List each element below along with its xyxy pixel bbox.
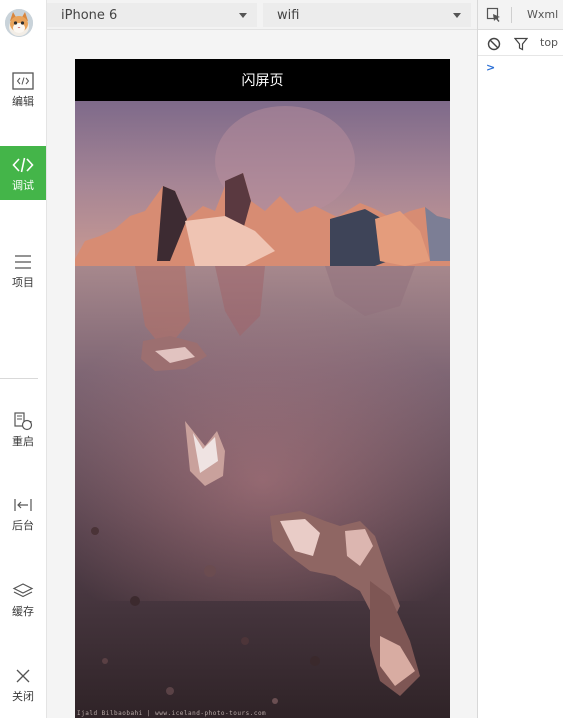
- simulator-toolbar: iPhone 6 wifi: [47, 0, 477, 30]
- device-select-value: iPhone 6: [61, 7, 118, 23]
- sidebar-item-label: 后台: [12, 519, 34, 532]
- devtools-panel: Wxml top >: [477, 0, 563, 718]
- sidebar-item-label: 关闭: [12, 690, 34, 703]
- splash-image[interactable]: Ijald Bilbaobahi | www.iceland-photo-tou…: [75, 101, 450, 718]
- console-toolbar: top: [478, 30, 563, 56]
- sidebar-item-restart[interactable]: 重启: [0, 402, 46, 456]
- close-icon: [12, 665, 34, 687]
- sidebar-item-cache[interactable]: 缓存: [0, 572, 46, 626]
- toolbar-separator: [511, 7, 512, 23]
- filter-icon[interactable]: [513, 36, 529, 55]
- sidebar-divider: [0, 378, 38, 379]
- network-select-value: wifi: [277, 7, 300, 23]
- network-select[interactable]: wifi: [263, 3, 471, 27]
- splash-photo: [75, 101, 450, 718]
- tab-wxml[interactable]: Wxml: [527, 8, 558, 21]
- sidebar-item-background[interactable]: 后台: [0, 486, 46, 540]
- context-select[interactable]: top: [540, 36, 558, 49]
- devtools-tabbar: Wxml: [478, 0, 563, 30]
- sidebar: 编辑 调试 项目 重启 后台 缓存 关闭: [0, 0, 47, 718]
- sidebar-item-edit[interactable]: 编辑: [0, 62, 46, 116]
- code-brackets-icon: [12, 154, 34, 176]
- chevron-down-icon: [239, 12, 247, 18]
- sidebar-item-label: 编辑: [12, 95, 34, 108]
- avatar[interactable]: [5, 9, 33, 37]
- sidebar-item-label: 项目: [12, 276, 34, 289]
- chevron-down-icon: [453, 12, 461, 18]
- code-box-icon: [12, 70, 34, 92]
- page-navbar: 闪屏页: [75, 59, 450, 101]
- sidebar-item-label: 缓存: [12, 605, 34, 618]
- page-title: 闪屏页: [241, 73, 284, 89]
- menu-icon: [12, 251, 34, 273]
- sidebar-item-close[interactable]: 关闭: [0, 657, 46, 711]
- console-prompt[interactable]: >: [486, 61, 495, 74]
- restart-icon: [12, 410, 34, 432]
- clear-console-icon[interactable]: [487, 36, 501, 55]
- simulator-area: 闪屏页 Ijald Bilbaobahi | www.iceland-photo…: [47, 30, 477, 718]
- element-picker-icon[interactable]: [486, 7, 502, 27]
- layers-icon: [12, 580, 34, 602]
- photo-credit: Ijald Bilbaobahi | www.iceland-photo-tou…: [77, 710, 267, 717]
- phone-screen: 闪屏页 Ijald Bilbaobahi | www.iceland-photo…: [75, 59, 450, 718]
- sidebar-item-project[interactable]: 项目: [0, 243, 46, 297]
- sidebar-item-label: 调试: [12, 179, 34, 192]
- sidebar-item-label: 重启: [12, 435, 34, 448]
- sidebar-item-debug[interactable]: 调试: [0, 146, 46, 200]
- device-select[interactable]: iPhone 6: [47, 3, 257, 27]
- background-icon: [12, 494, 34, 516]
